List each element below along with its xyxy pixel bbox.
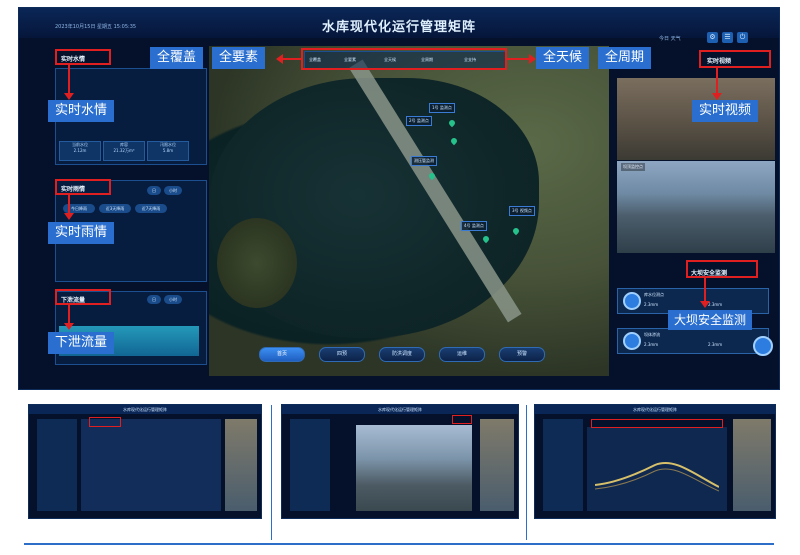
arrow-to-discharge (64, 304, 74, 330)
nav-flood-dispatch[interactable]: 防洪调度 (379, 347, 425, 362)
highlight-box-discharge (55, 289, 111, 305)
thumb-trend-chart (595, 462, 719, 492)
rain-toggle-hour[interactable]: 小时 (164, 186, 182, 195)
arrow-left-tabs (276, 54, 302, 64)
callout-full-cycle: 全周期 (598, 47, 652, 69)
map-label-5[interactable]: 4号 监测点 (461, 221, 487, 231)
map-label-4[interactable]: 3号 视频点 (509, 206, 535, 216)
highlight-box-tabs (301, 48, 507, 70)
callout-all-elements: 全要素 (212, 47, 266, 69)
map-label-1[interactable]: 1号 监测点 (429, 103, 455, 113)
safety-gauge-icon (623, 332, 641, 350)
nav-four-pre[interactable]: 四预 (319, 347, 365, 362)
highlight-box-water (55, 49, 111, 65)
nav-warning[interactable]: 预警 (499, 347, 545, 362)
callout-full-coverage: 全覆盖 (150, 47, 204, 69)
nav-home[interactable]: 首页 (259, 347, 305, 362)
callout-realtime-water: 实时水情 (48, 100, 115, 122)
thumb-divider (271, 405, 272, 540)
power-icon[interactable]: ⏻ (737, 32, 748, 43)
settings-icon[interactable]: ⚙ (707, 32, 718, 43)
video-cam-label-2: 坝顶监控点 (621, 163, 645, 171)
weather-label: 今日 天气 (659, 36, 681, 42)
callout-all-weather: 全天候 (536, 47, 590, 69)
highlight-box-rain (55, 179, 111, 195)
discharge-toggle-day[interactable]: 日 (147, 295, 161, 304)
safety-gauge-icon (623, 292, 641, 310)
thumbnail-1[interactable]: 水库现代化运行管理矩阵 (28, 404, 262, 519)
datetime: 2023年10月15日 星期五 15:05:35 (55, 24, 137, 30)
rain-toggle-day[interactable]: 日 (147, 186, 161, 195)
callout-realtime-video: 实时视频 (692, 100, 759, 122)
main-dashboard: 水库现代化运行管理矩阵 2023年10月15日 星期五 15:05:35 今日 … (18, 7, 780, 390)
map-label-3[interactable]: 测压管监测 (411, 156, 437, 166)
thumb-highlight (89, 417, 121, 427)
highlight-box-safety (686, 260, 758, 278)
arrow-to-video (712, 68, 722, 100)
discharge-toggle-hour[interactable]: 小时 (164, 295, 182, 304)
arrow-to-water (64, 64, 74, 100)
map-label-2[interactable]: 2号 监测点 (406, 116, 432, 126)
menu-icon[interactable]: ☰ (722, 32, 733, 43)
water-drop-icon[interactable] (753, 336, 773, 356)
thumbnail-2[interactable]: 水库现代化运行管理矩阵 (281, 404, 519, 519)
thumb-highlight (591, 419, 723, 428)
rain-pill-7day[interactable]: 近7天降雨 (135, 204, 167, 213)
callout-discharge: 下泄流量 (48, 332, 115, 354)
stat-flood-limit: 汛限水位 5.8m (147, 141, 189, 161)
stat-water-level: 当前水位 2.12m (59, 141, 101, 161)
video-feed-2[interactable] (617, 161, 775, 253)
map-hill (217, 218, 297, 308)
rain-pill-3day[interactable]: 近3天降雨 (99, 204, 131, 213)
thumb-highlight (452, 415, 472, 424)
nav-ops[interactable]: 运维 (439, 347, 485, 362)
highlight-box-video (699, 50, 771, 68)
stat-storage: 库容 21.32万m³ (103, 141, 145, 161)
callout-realtime-rain: 实时雨情 (48, 222, 115, 244)
arrow-to-rain (64, 194, 74, 220)
page-title: 水库现代化运行管理矩阵 (321, 20, 476, 35)
arrow-to-safety (700, 278, 710, 308)
thumb-divider (526, 405, 527, 540)
callout-dam-safety: 大坝安全监测 (668, 310, 753, 330)
arrow-right-tabs (506, 54, 536, 64)
thumbnail-3[interactable]: 水库现代化运行管理矩阵 (534, 404, 776, 519)
bottom-rule (24, 543, 774, 545)
